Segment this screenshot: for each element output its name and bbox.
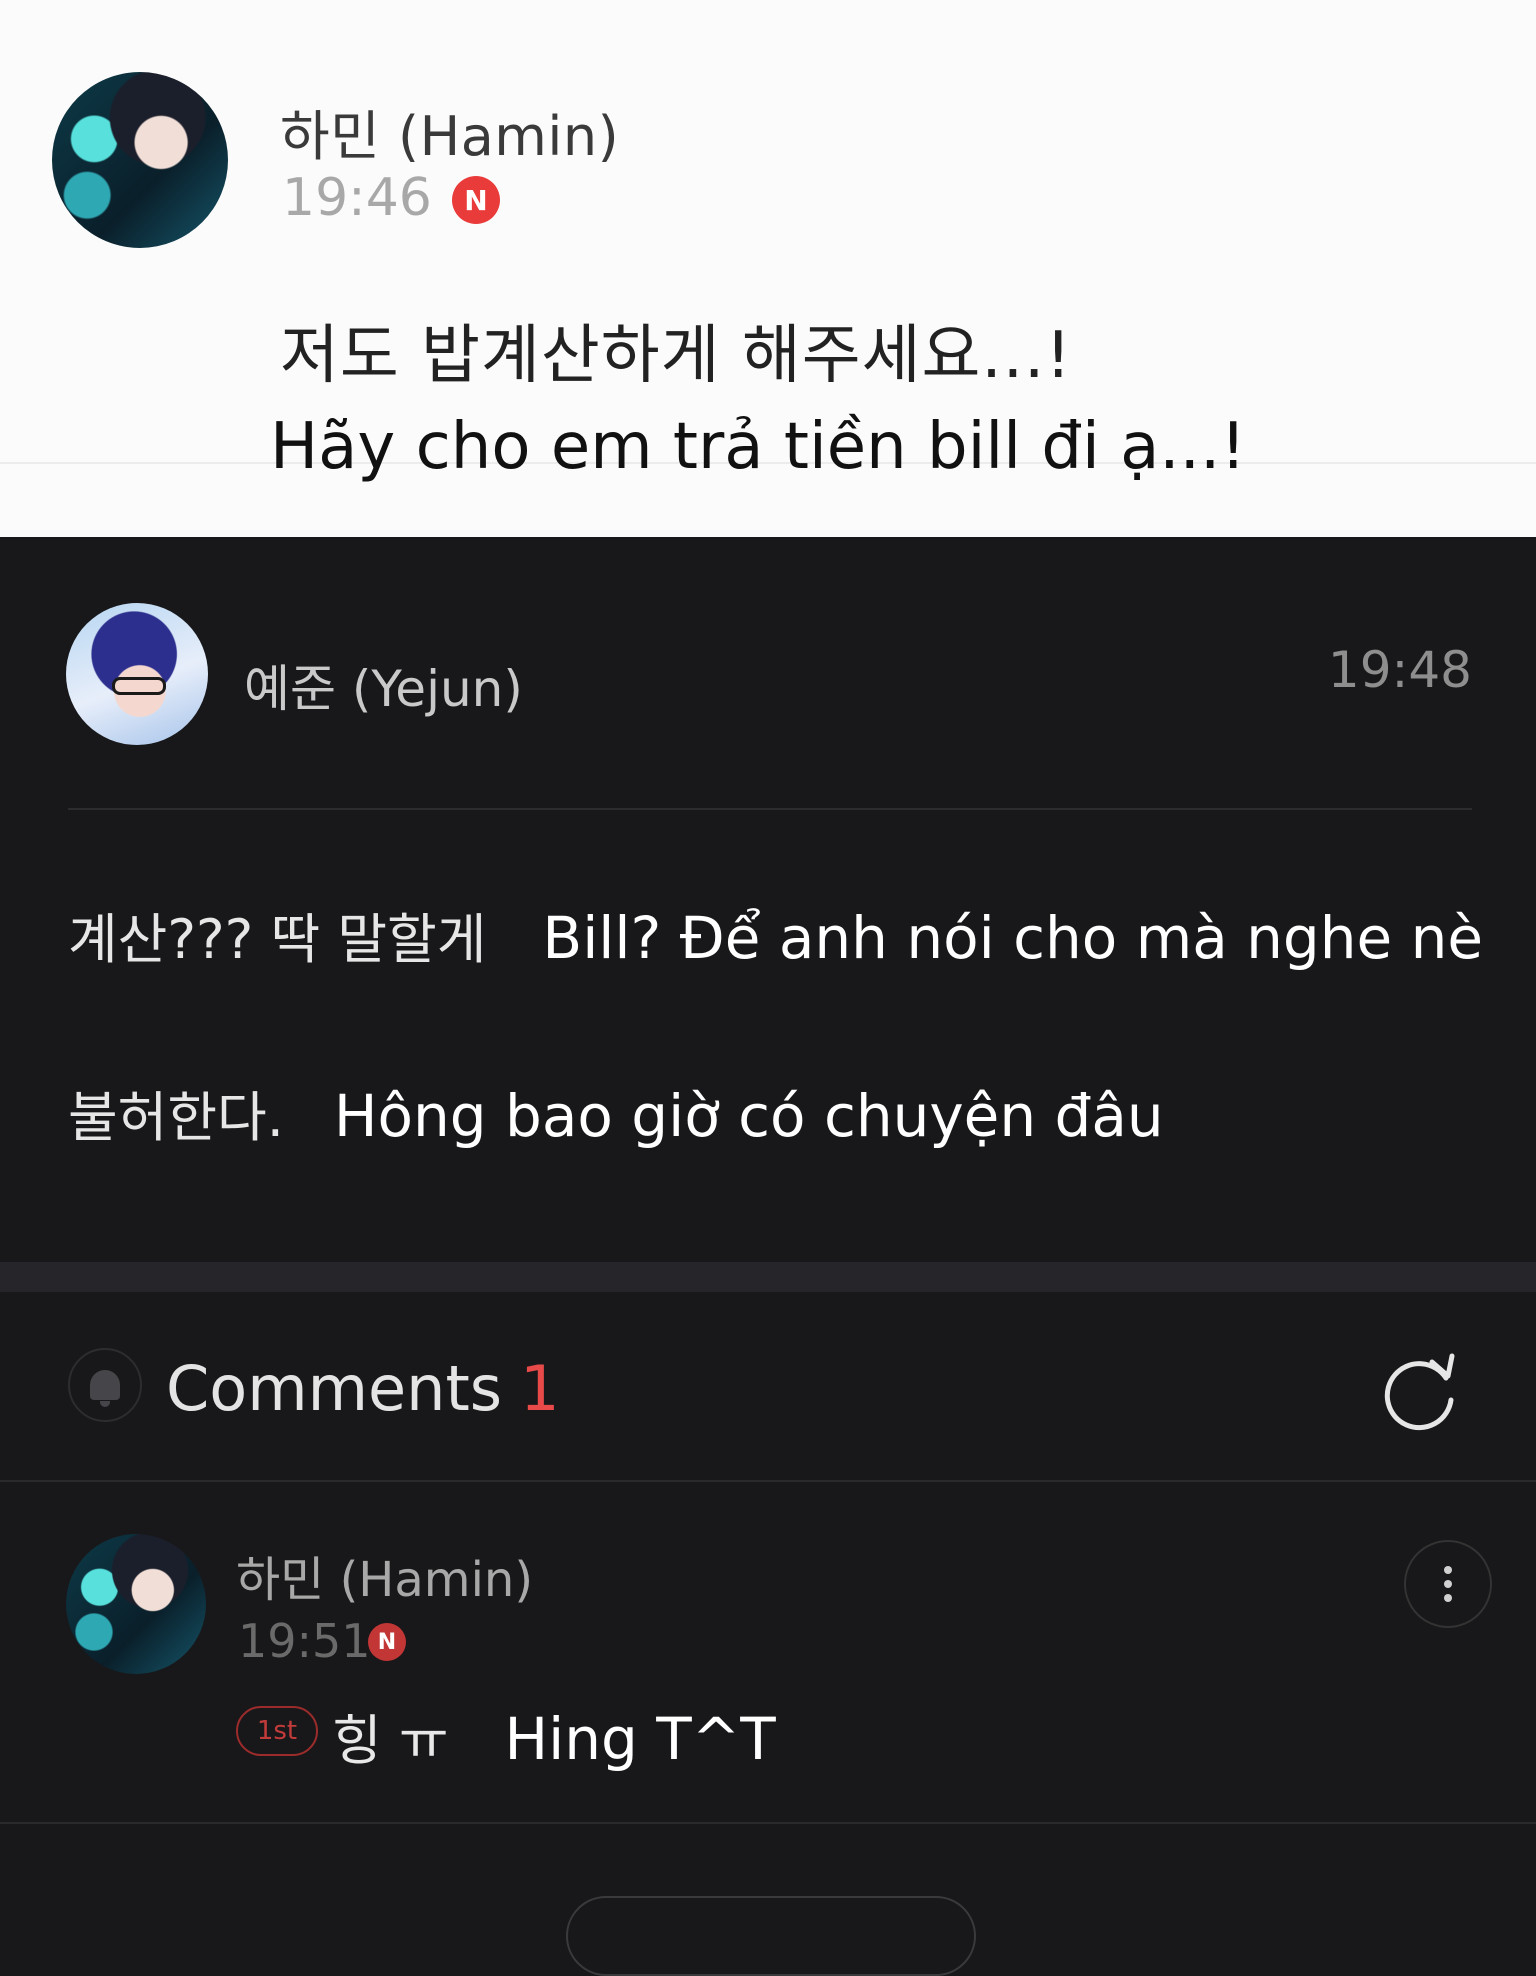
glasses-detail — [112, 677, 166, 695]
load-more-button[interactable] — [566, 1896, 976, 1976]
reply-post-time: 19:48 — [1327, 641, 1472, 699]
comments-header: Comments 1 — [166, 1352, 560, 1425]
top-post-text-ko: 저도 밥계산하게 해주세요...! — [280, 319, 1073, 393]
divider — [0, 1822, 1536, 1824]
comments-title: Comments — [166, 1352, 503, 1425]
top-post-text-vi: Hãy cho em trả tiền bill đi ạ...! — [270, 410, 1246, 484]
divider — [0, 1480, 1536, 1482]
comment-text: 힝 ㅠ Hing T^T — [332, 1696, 776, 1775]
divider — [68, 808, 1472, 810]
reply-line-1: 계산??? 딱 말할게 Bill? Để anh nói cho mà nghe … — [68, 895, 1483, 974]
more-options-icon[interactable] — [1404, 1540, 1492, 1628]
reply-post-author[interactable]: 예준 (Yejun) — [244, 649, 523, 721]
new-badge: N — [452, 176, 500, 224]
yejun-avatar[interactable] — [66, 603, 208, 745]
hamin-avatar[interactable] — [52, 72, 228, 248]
comments-section: Comments 1 하민 (Hamin) 19:51 N 1st 힝 ㅠ Hing… — [0, 1292, 1536, 1976]
reply-line-1-vi: Bill? Để anh nói cho mà nghe nè — [542, 904, 1484, 972]
new-badge: N — [368, 1623, 406, 1661]
comments-count: 1 — [520, 1352, 560, 1425]
top-post-author[interactable]: 하민 (Hamin) — [280, 92, 619, 171]
bell-icon[interactable] — [68, 1348, 142, 1422]
reply-line-2: 불허한다. Hông bao giờ có chuyện đâu — [68, 1073, 1164, 1152]
reply-post: 예준 (Yejun) 19:48 계산??? 딱 말할게 Bill? Để anh… — [0, 537, 1536, 1262]
comment-text-ko: 힝 ㅠ — [332, 1709, 449, 1772]
top-post: 하민 (Hamin) 19:46 N 저도 밥계산하게 해주세요...! Hãy… — [0, 0, 1536, 537]
rank-badge: 1st — [236, 1706, 318, 1756]
section-separator — [0, 1262, 1536, 1292]
top-post-time: 19:46 — [282, 168, 432, 228]
reply-line-1-ko: 계산??? 딱 말할게 — [68, 908, 487, 971]
hamin-comment-avatar[interactable] — [66, 1534, 206, 1674]
comment-text-vi: Hing T^T — [504, 1705, 776, 1773]
refresh-icon[interactable] — [1376, 1348, 1462, 1434]
comment-time: 19:51 — [238, 1614, 371, 1668]
reply-line-2-ko: 불허한다. — [68, 1086, 284, 1149]
comment-author[interactable]: 하민 (Hamin) — [236, 1540, 533, 1610]
reply-line-2-vi: Hông bao giờ có chuyện đâu — [333, 1082, 1164, 1150]
